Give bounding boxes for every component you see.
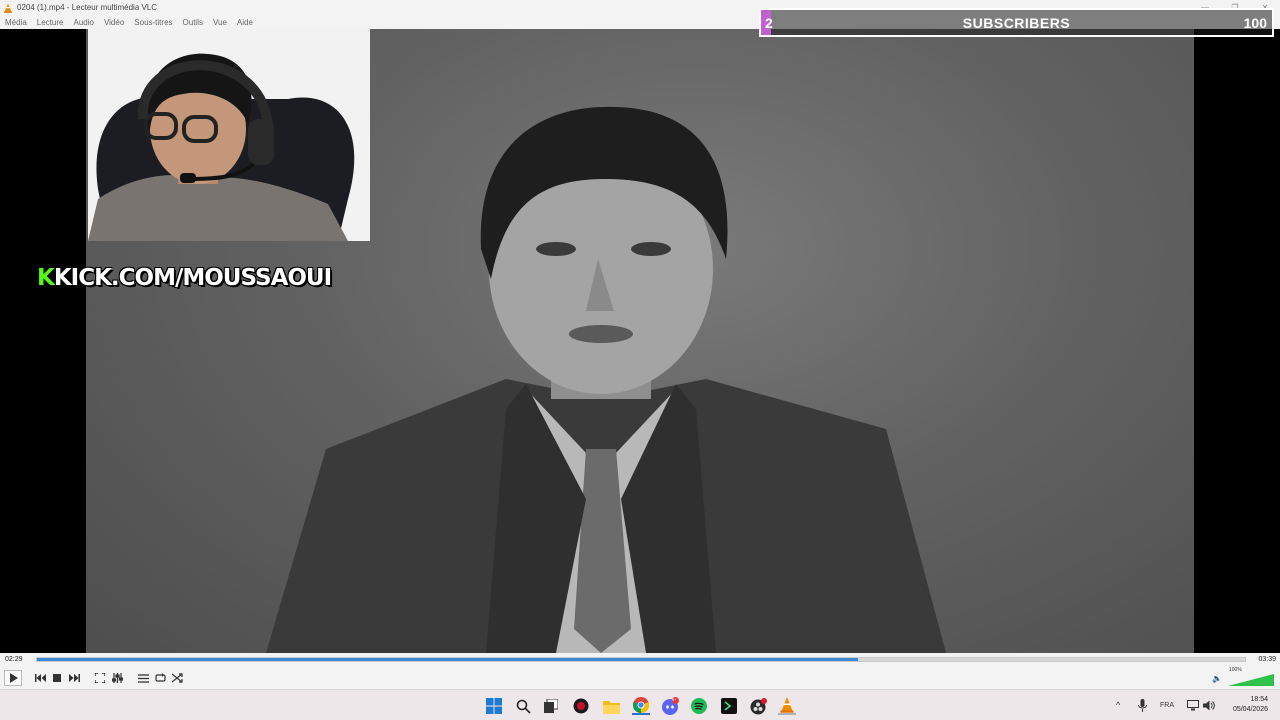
seek-progress-fill [37,658,859,661]
total-time: 03:39 [1258,656,1276,663]
obs-icon[interactable] [749,697,767,715]
streamer-webcam [88,29,370,241]
next-button[interactable] [66,670,82,686]
playlist-button[interactable] [135,670,151,686]
loop-icon [154,673,166,682]
microphone-icon[interactable] [1138,699,1147,712]
player-controls: 🔈 100% [0,667,1280,689]
system-clock[interactable]: 18:54 05/04/2026 [1224,695,1268,715]
discord-notification-badge: 9+ [672,697,677,702]
input-language[interactable]: FRA [1160,690,1174,720]
kick-logo-letter: K [37,265,55,291]
task-view-icon[interactable] [542,697,560,715]
menu-audio[interactable]: Audio [73,18,93,27]
extended-settings-button[interactable] [109,670,125,686]
previous-icon [34,674,46,682]
vlc-icon[interactable] [778,697,796,715]
volume-slider[interactable] [1228,674,1274,686]
chrome-icon[interactable] [632,697,650,715]
fullscreen-icon [95,673,105,683]
menu-tools[interactable]: Outils [183,18,203,27]
fullscreen-button[interactable] [92,670,108,686]
kick-channel-label: KKICK.COM/MOUSSAOUI [37,265,332,291]
shuffle-button[interactable] [169,670,185,686]
vlc-window: 0204 (1).mp4 - Lecteur multimédia VLC — … [0,0,1280,720]
menu-help[interactable]: Aide [237,18,253,27]
volume-tray-icon[interactable] [1203,700,1215,711]
play-icon [9,673,18,683]
playlist-icon [137,673,149,683]
terminal-icon[interactable] [720,697,738,715]
discord-icon[interactable]: 9+ [661,697,679,715]
search-icon[interactable] [514,697,532,715]
clock-time: 18:54 [1250,696,1268,703]
stop-icon [53,674,61,682]
goal-target-count: 100 [1243,15,1267,31]
vlc-cone-icon [4,3,12,13]
menu-view[interactable]: Vue [213,18,227,27]
windows-start-icon[interactable] [485,697,503,715]
loop-button[interactable] [152,670,168,686]
play-button[interactable] [4,670,22,686]
stop-button[interactable] [49,670,65,686]
app-red-icon[interactable] [572,697,590,715]
windows-taskbar: 9+ ^ FRA 18:54 05/04/2026 [0,689,1280,720]
kick-url-text: KICK.COM/MOUSSAOUI [53,265,332,291]
menu-subtitles[interactable]: Sous-titres [134,18,172,27]
next-icon [68,674,80,682]
menu-video[interactable]: Vidéo [104,18,124,27]
subscriber-goal-widget: 2 SUBSCRIBERS 100 [759,8,1274,37]
seek-slider[interactable] [36,657,1246,662]
volume-percent: 100% [1229,667,1242,673]
menu-lecture[interactable]: Lecture [37,18,64,27]
previous-button[interactable] [32,670,48,686]
shuffle-icon [171,673,183,683]
clock-date: 05/04/2026 [1232,706,1268,713]
show-hidden-icons-chevron-icon[interactable]: ^ [1116,690,1120,720]
extended-settings-icon [111,673,123,683]
menu-media[interactable]: Média [5,18,27,27]
volume-speaker-icon[interactable]: 🔈 [1212,674,1222,683]
goal-label: SUBSCRIBERS [962,15,1071,31]
elapsed-time: 02:29 [5,656,23,663]
network-icon[interactable] [1187,700,1199,711]
seek-row: 02:29 03:39 [0,653,1280,667]
spotify-icon[interactable] [690,697,708,715]
window-title: 0204 (1).mp4 - Lecteur multimédia VLC [17,3,158,12]
video-area[interactable]: KKICK.COM/MOUSSAOUI [0,29,1280,653]
file-explorer-icon[interactable] [602,697,620,715]
